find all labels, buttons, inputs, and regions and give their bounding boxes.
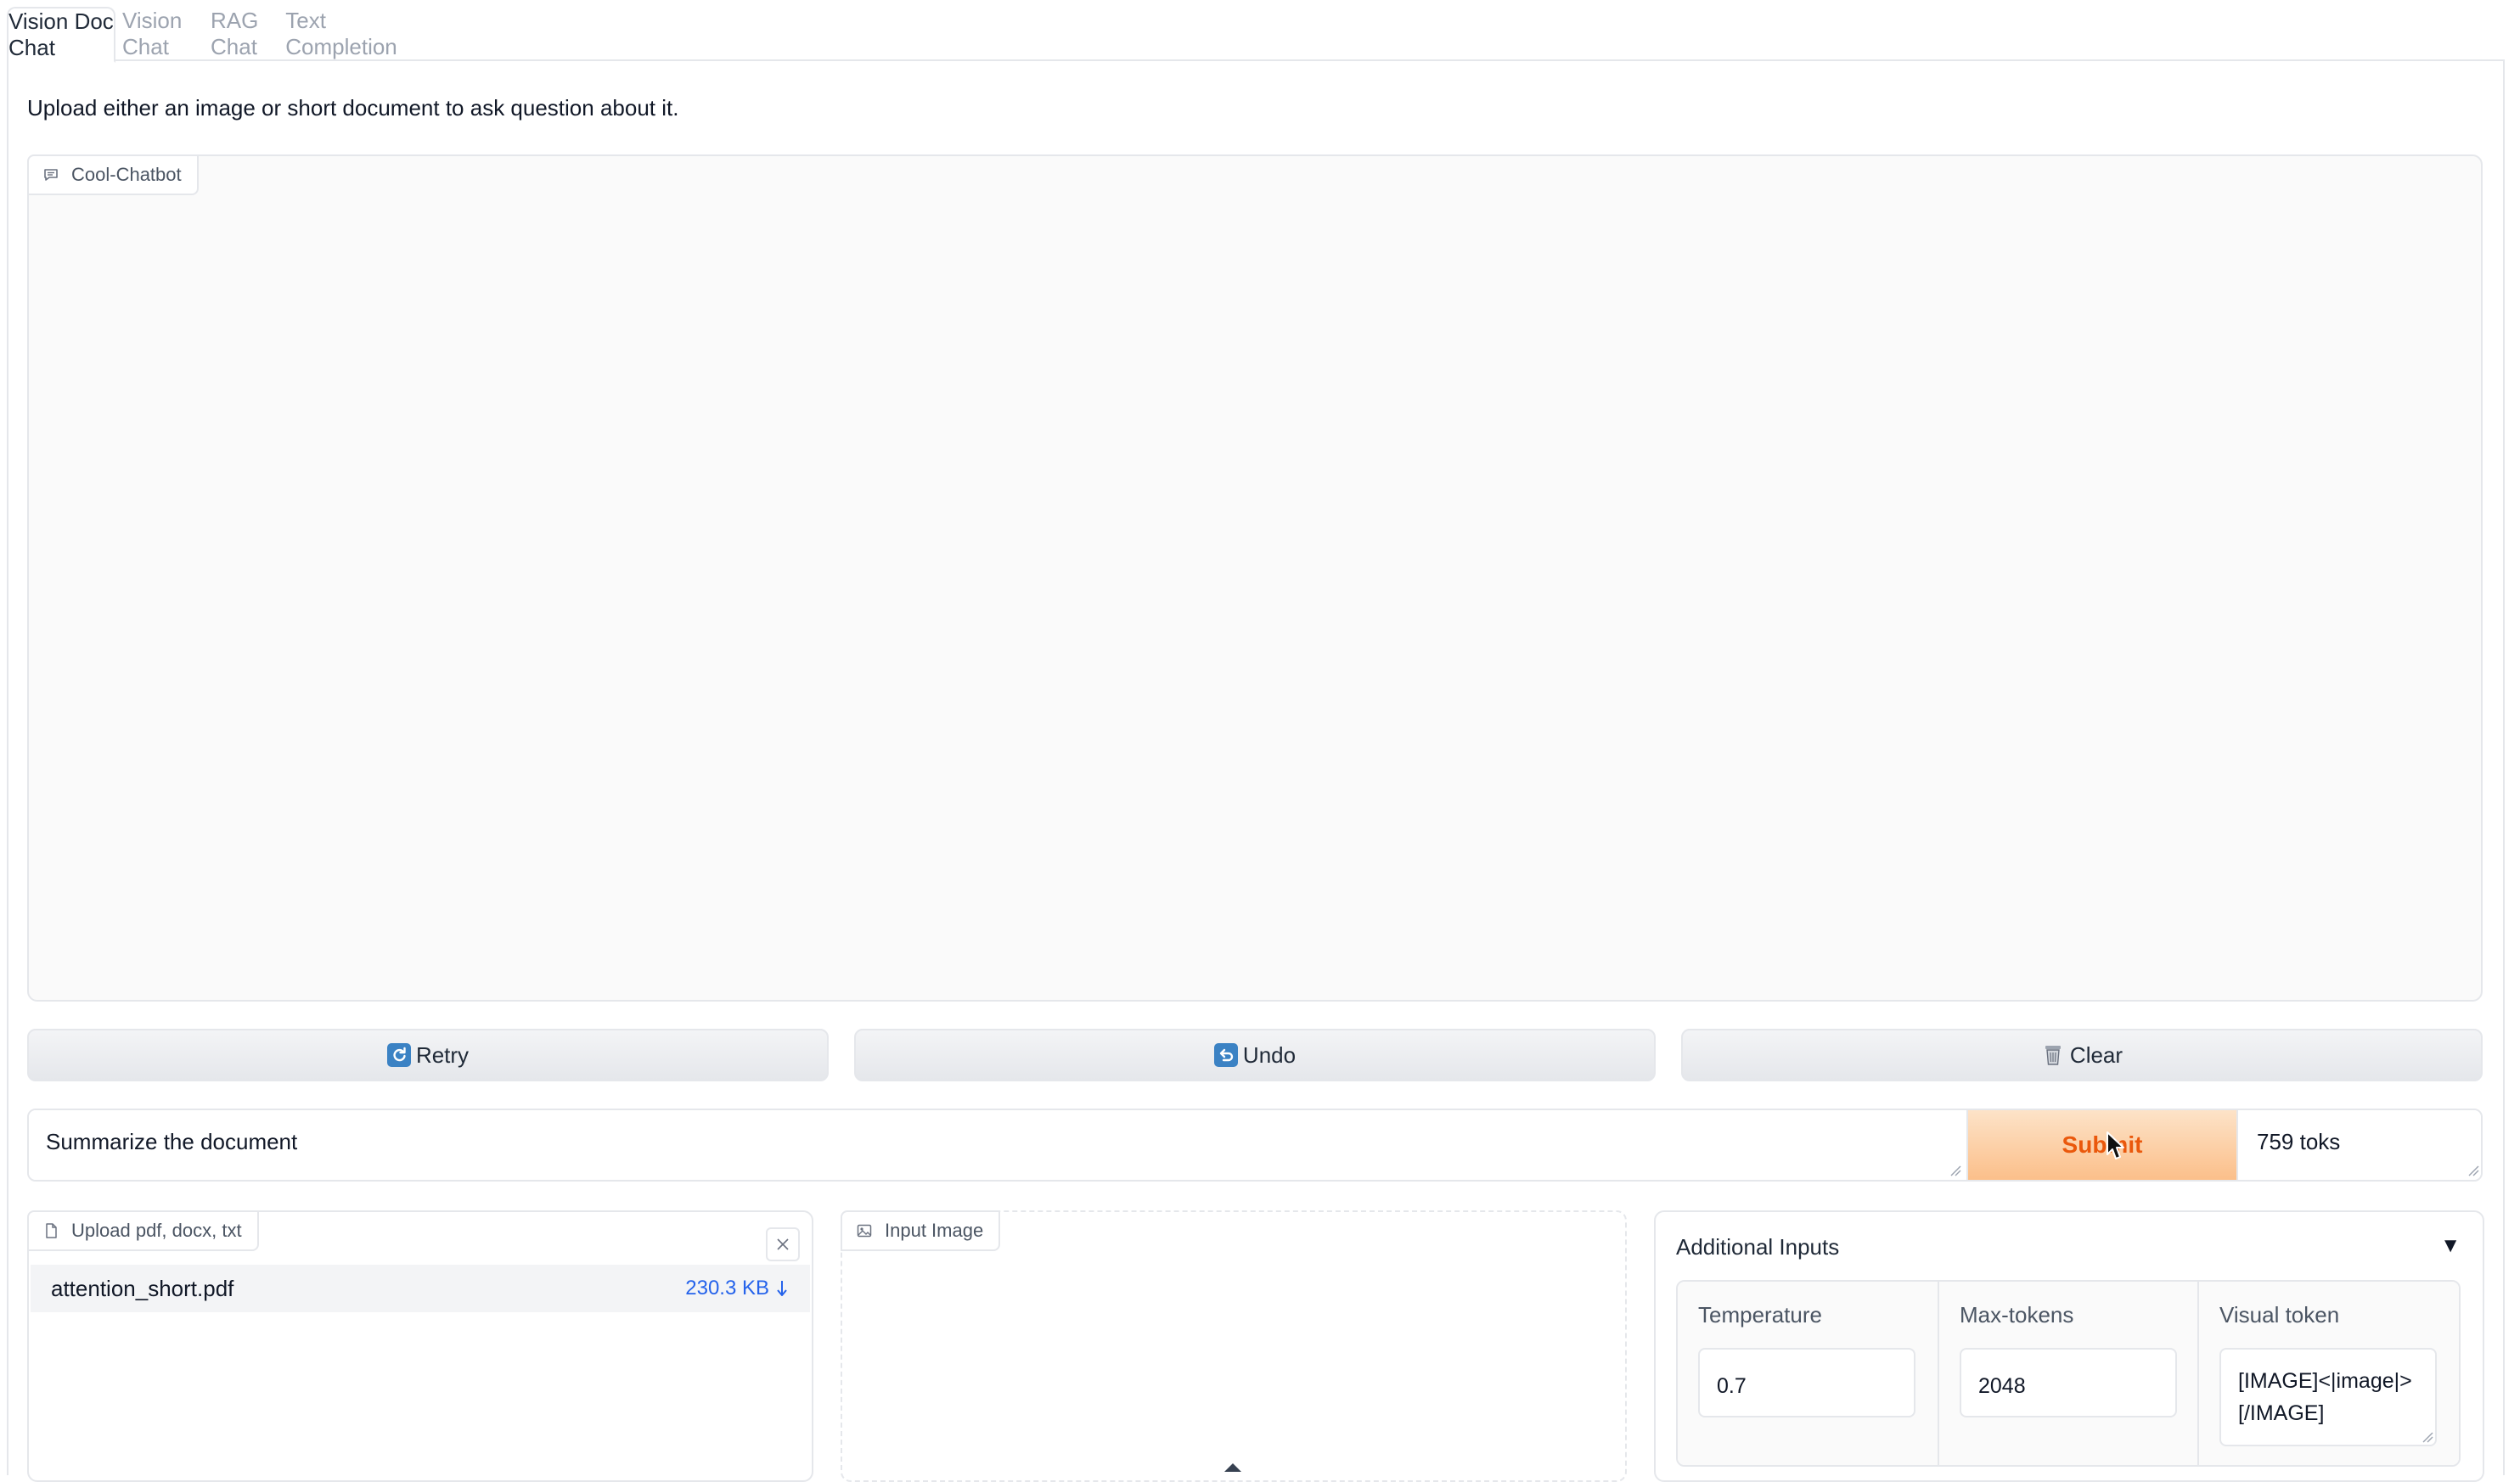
max-tokens-label: Max-tokens xyxy=(1960,1302,2074,1328)
tab-vision-chat[interactable]: Vision Chat xyxy=(122,7,211,61)
file-size: 230.3 KB xyxy=(685,1277,769,1300)
tab-label: Text Completion xyxy=(285,8,397,59)
undo-icon xyxy=(1213,1043,1238,1067)
clear-button[interactable]: Clear xyxy=(1681,1029,2483,1081)
chatbot-label-text: Cool-Chatbot xyxy=(71,164,182,185)
visual-token-field: Visual token [IMAGE]<|image|> [/IMAGE] xyxy=(2197,1282,2459,1465)
file-upload-block[interactable]: Upload pdf, docx, txt attention_short.pd… xyxy=(27,1210,813,1482)
temperature-label: Temperature xyxy=(1698,1302,1822,1328)
max-tokens-input[interactable]: 2048 xyxy=(1960,1348,2177,1417)
file-upload-label-text: Upload pdf, docx, txt xyxy=(71,1220,242,1241)
tab-label: Vision Doc Chat xyxy=(8,8,114,60)
close-icon xyxy=(777,1238,789,1250)
clear-label: Clear xyxy=(2069,1041,2123,1068)
parameter-row: Temperature 0.7 Max-tokens 2048 Visual t… xyxy=(1676,1280,2461,1467)
resize-handle-icon[interactable] xyxy=(1949,1165,1961,1176)
trash-icon xyxy=(2041,1043,2065,1067)
image-icon xyxy=(857,1224,872,1238)
uploaded-file-row: attention_short.pdf 230.3 KB xyxy=(31,1265,810,1312)
upload-caret-icon xyxy=(1224,1463,1241,1472)
image-upload-block[interactable]: Input Image xyxy=(841,1210,1627,1482)
chat-bubble-icon xyxy=(44,169,58,181)
retry-label: Retry xyxy=(415,1041,470,1068)
file-name: attention_short.pdf xyxy=(51,1275,234,1301)
additional-inputs-accordion: Additional Inputs ▼ Temperature 0.7 Max-… xyxy=(1654,1210,2484,1482)
page-description: Upload either an image or short document… xyxy=(27,95,679,121)
collapse-triangle-icon[interactable]: ▼ xyxy=(2440,1234,2461,1258)
undo-button[interactable]: Undo xyxy=(854,1029,1656,1081)
remove-file-button[interactable] xyxy=(766,1227,800,1261)
accordion-title[interactable]: Additional Inputs xyxy=(1676,1234,1839,1260)
visual-token-line: [/IMAGE] xyxy=(2238,1401,2325,1425)
resize-handle-icon[interactable] xyxy=(2467,1165,2479,1176)
file-icon xyxy=(46,1223,57,1238)
retry-icon xyxy=(386,1043,411,1067)
resize-handle-icon[interactable] xyxy=(2422,1431,2433,1443)
chatbot-area[interactable]: Cool-Chatbot xyxy=(27,154,2483,1002)
visual-token-line: [IMAGE]<|image|> xyxy=(2238,1369,2412,1393)
file-upload-label: Upload pdf, docx, txt xyxy=(27,1210,259,1251)
max-tokens-field: Max-tokens 2048 xyxy=(1938,1282,2197,1465)
tab-label: RAG Chat xyxy=(211,8,259,59)
file-download-link[interactable]: 230.3 KB xyxy=(685,1277,788,1300)
undo-label: Undo xyxy=(1242,1041,1297,1068)
mouse-cursor-icon xyxy=(2107,1131,2124,1159)
temperature-input[interactable]: 0.7 xyxy=(1698,1348,1915,1417)
image-upload-label-text: Input Image xyxy=(885,1220,984,1241)
retry-button[interactable]: Retry xyxy=(27,1029,829,1081)
image-upload-label: Input Image xyxy=(841,1210,1001,1251)
message-input[interactable]: Summarize the document xyxy=(29,1110,1965,1180)
download-arrow-icon xyxy=(777,1281,787,1296)
token-count: 759 toks xyxy=(2240,1110,2481,1180)
tab-rag-chat[interactable]: RAG Chat xyxy=(211,7,285,61)
tab-vision-doc-chat[interactable]: Vision Doc Chat xyxy=(7,7,115,63)
tab-bar: Vision Doc Chat Vision Chat RAG Chat Tex… xyxy=(7,0,2505,63)
tab-label: Vision Chat xyxy=(122,8,183,59)
temperature-field: Temperature 0.7 xyxy=(1678,1282,1938,1465)
app-window: Vision Doc Chat Vision Chat RAG Chat Tex… xyxy=(0,0,2520,1482)
chatbot-label: Cool-Chatbot xyxy=(27,154,199,195)
submit-button[interactable]: Submit xyxy=(1966,1110,2238,1180)
visual-token-input[interactable]: [IMAGE]<|image|> [/IMAGE] xyxy=(2219,1348,2437,1446)
tab-text-completion[interactable]: Text Completion xyxy=(285,7,397,61)
visual-token-label: Visual token xyxy=(2219,1302,2340,1328)
